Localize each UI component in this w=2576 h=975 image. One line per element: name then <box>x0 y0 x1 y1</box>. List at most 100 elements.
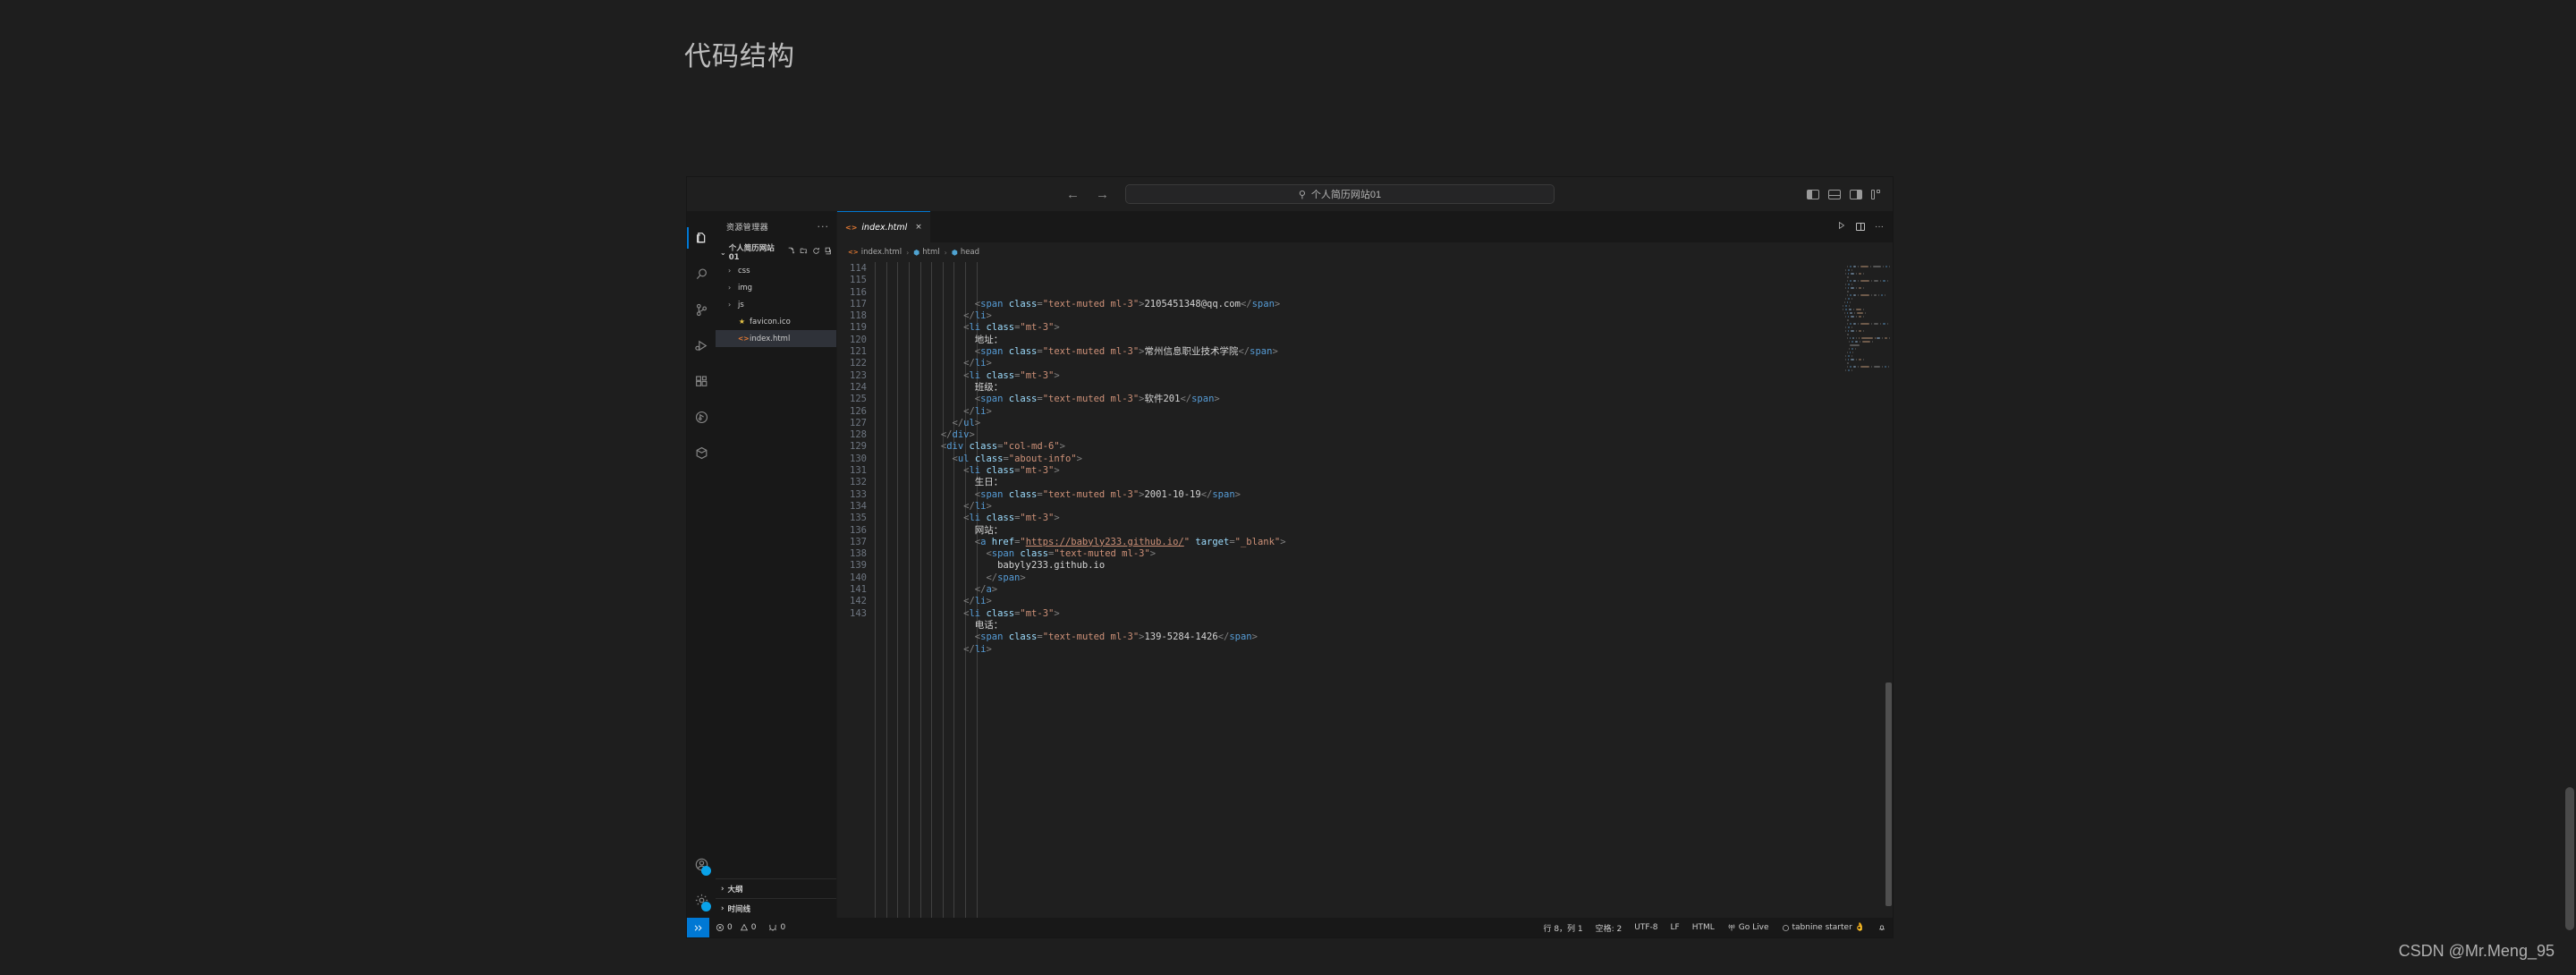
page-scrollbar-thumb[interactable] <box>2565 787 2574 930</box>
activitybar-item-explorer[interactable] <box>687 220 716 256</box>
code-line[interactable]: 网站： <box>873 525 1837 537</box>
code-line[interactable]: </a> <box>873 584 1837 596</box>
editor-scrollbar-thumb[interactable] <box>1885 682 1892 906</box>
status-notifications[interactable] <box>1871 918 1893 937</box>
code-token: class <box>1014 548 1048 560</box>
line-number: 137 <box>850 536 867 547</box>
tree-item-js[interactable]: › js <box>716 296 836 313</box>
activitybar-item-remote[interactable] <box>687 435 716 471</box>
refresh-icon[interactable] <box>812 247 820 258</box>
code-line[interactable]: 电话： <box>873 620 1837 632</box>
line-number: 130 <box>850 453 867 464</box>
editor-scrollbar[interactable] <box>1885 262 1893 918</box>
activitybar-item-accounts[interactable] <box>687 846 716 882</box>
code-line[interactable]: <span class="text-muted ml-3">2105451348… <box>873 299 1837 310</box>
code-line[interactable]: 地址： <box>873 335 1837 346</box>
line-number: 122 <box>850 358 867 369</box>
editor-tabs: <> index.html × ··· <box>837 211 1893 242</box>
split-editor-icon[interactable] <box>1856 223 1865 231</box>
code-token: class <box>980 513 1015 524</box>
status-remote-button[interactable] <box>687 918 709 937</box>
activitybar-item-run-and-debug[interactable] <box>687 327 716 363</box>
code-token: "text-muted ml-3" <box>1042 298 1140 309</box>
toggle-primary-sidebar-icon[interactable] <box>1807 189 1819 199</box>
code-token: class <box>1003 298 1038 309</box>
tree-item-favicon[interactable]: ★ favicon.ico <box>716 313 836 330</box>
toggle-secondary-sidebar-icon[interactable] <box>1850 189 1862 199</box>
new-file-icon[interactable] <box>787 247 795 258</box>
workspace-root-row[interactable]: ⌄ 个人简历网站01 <box>716 242 836 262</box>
status-eol[interactable]: LF <box>1665 918 1686 937</box>
code-line[interactable]: <li class="mt-3"> <box>873 608 1837 620</box>
more-actions-icon[interactable]: ··· <box>1875 222 1884 232</box>
code-line[interactable]: </li> <box>873 406 1837 418</box>
status-tabnine[interactable]: tabnine starter 👌 <box>1775 918 1871 937</box>
code-line[interactable]: </li> <box>873 310 1837 322</box>
activitybar-item-settings[interactable] <box>687 882 716 918</box>
status-indentation[interactable]: 空格: 2 <box>1589 918 1629 937</box>
command-center-search[interactable]: ⚲ 个人简历网站01 <box>1125 184 1555 204</box>
code-line[interactable]: <li class="mt-3"> <box>873 322 1837 334</box>
code-line[interactable]: </span> <box>873 572 1837 584</box>
source-control-icon <box>696 303 707 316</box>
status-ports[interactable]: 0 <box>762 918 792 937</box>
breadcrumb-item-file[interactable]: <> index.html <box>848 248 902 257</box>
tab-index-html[interactable]: <> index.html × <box>837 211 930 242</box>
code-line[interactable]: <div class="col-md-6"> <box>873 441 1837 453</box>
status-encoding[interactable]: UTF-8 <box>1628 918 1664 937</box>
accounts-badge <box>701 866 711 876</box>
code-line[interactable]: <li class="mt-3"> <box>873 370 1837 382</box>
code-content[interactable]: <span class="text-muted ml-3"> 2105451348… <box>873 262 1837 918</box>
line-number: 127 <box>850 417 867 428</box>
collapse-all-icon[interactable] <box>825 247 833 258</box>
code-line[interactable]: <span class="text-muted ml-3">软件201</spa… <box>873 394 1837 405</box>
code-line[interactable]: <span class="text-muted ml-3">常州信息职业技术学院… <box>873 346 1837 358</box>
tree-item-css[interactable]: › css <box>716 262 836 279</box>
breadcrumb-item-html[interactable]: ⬢ html <box>913 248 939 257</box>
line-number: 140 <box>850 572 867 583</box>
code-line[interactable]: <span class="text-muted ml-3">139-5284-1… <box>873 632 1837 643</box>
code-line[interactable]: <li class="mt-3"> <box>873 465 1837 477</box>
status-language-mode[interactable]: HTML <box>1686 918 1721 937</box>
explorer-more-actions-icon[interactable]: ··· <box>818 221 830 233</box>
chevron-down-icon: ⌄ <box>720 248 726 257</box>
page-scrollbar[interactable] <box>2563 0 2576 975</box>
tree-item-index-html[interactable]: <> index.html <box>716 330 836 347</box>
code-line[interactable]: 生日： <box>873 477 1837 488</box>
code-line[interactable]: </ul> <box>873 418 1837 429</box>
forward-icon[interactable]: → <box>1096 188 1109 201</box>
code-token: </ <box>1180 394 1192 405</box>
cube-icon <box>696 446 707 459</box>
activitybar-item-extensions[interactable] <box>687 363 716 399</box>
code-line[interactable]: <a href="https://babyly233.github.io/" t… <box>873 537 1837 548</box>
tree-item-img[interactable]: › img <box>716 279 836 296</box>
status-go-live[interactable]: Go Live <box>1721 918 1775 937</box>
code-line[interactable]: 班级： <box>873 382 1837 394</box>
code-line[interactable]: </li> <box>873 501 1837 513</box>
status-cursor-position[interactable]: 行 8，列 1 <box>1537 918 1589 937</box>
activitybar-item-source-control[interactable] <box>687 292 716 327</box>
back-icon[interactable]: ← <box>1066 188 1080 201</box>
code-line[interactable]: <span class="text-muted ml-3">2001-10-19… <box>873 489 1837 501</box>
code-line[interactable]: </li> <box>873 596 1837 607</box>
code-line[interactable]: <li class="mt-3"> <box>873 513 1837 524</box>
sidebar-section-outline[interactable]: › 大纲 <box>716 878 836 898</box>
activitybar-item-testing[interactable] <box>687 399 716 435</box>
sidebar-section-timeline[interactable]: › 时间线 <box>716 898 836 918</box>
run-icon[interactable] <box>1837 221 1846 233</box>
code-line[interactable]: babyly233.github.io <box>873 560 1837 572</box>
code-editor[interactable]: 114 115 116 117 118 119 120 121 122 123 124 125 126 1… <box>837 262 1893 918</box>
customize-layout-icon[interactable] <box>1871 189 1884 199</box>
code-line[interactable]: <ul class="about-info"> <box>873 454 1837 465</box>
code-line[interactable]: </li> <box>873 644 1837 656</box>
code-line[interactable]: </div> <box>873 429 1837 441</box>
code-line[interactable]: <span class="text-muted ml-3"> <box>873 548 1837 560</box>
activitybar-item-search[interactable] <box>687 256 716 292</box>
status-problems[interactable]: 0 0 <box>709 918 762 937</box>
code-line[interactable]: </li> <box>873 358 1837 369</box>
breadcrumb-item-head[interactable]: ⬢ head <box>952 248 979 257</box>
new-folder-icon[interactable] <box>800 247 808 258</box>
close-icon[interactable]: × <box>915 223 922 232</box>
minimap-row <box>1840 312 1890 314</box>
toggle-panel-icon[interactable] <box>1828 189 1841 199</box>
